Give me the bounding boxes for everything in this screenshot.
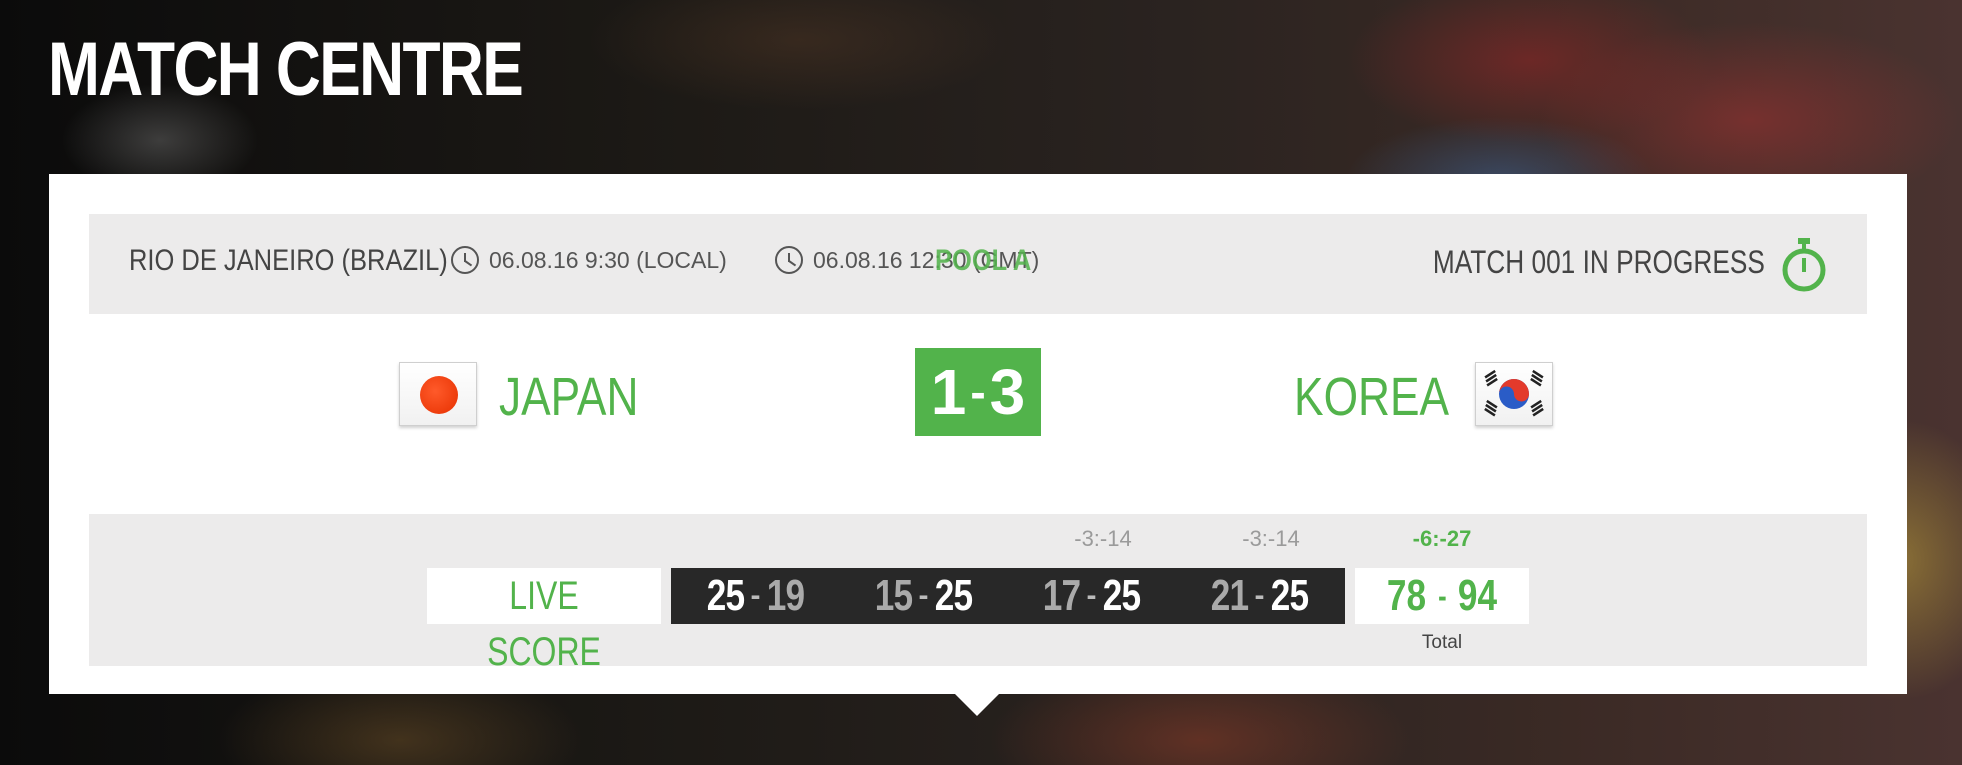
match-location: RIO DE JANEIRO (BRAZIL)	[129, 244, 448, 277]
match-status: MATCH 001 IN PROGRESS	[1433, 244, 1765, 280]
total-away: 94	[1458, 571, 1498, 620]
set-1-separator: -	[750, 579, 761, 612]
total-separator: -	[1437, 577, 1447, 614]
teams-row: JAPAN 1 - 3 KOREA	[49, 314, 1907, 474]
set-3-away: 25	[1102, 571, 1140, 620]
set-4-score: 21 - 25	[1175, 568, 1343, 624]
total-label: Total	[1421, 632, 1463, 653]
score-separator: -	[970, 366, 986, 418]
match-info-bar: RIO DE JANEIRO (BRAZIL) 06.08.16 9:30 (L…	[89, 214, 1867, 314]
home-team-name[interactable]: JAPAN	[499, 366, 638, 428]
set-4-separator: -	[1254, 579, 1265, 612]
set-1-away: 19	[766, 571, 804, 620]
set-4-away: 25	[1270, 571, 1308, 620]
set-2-home: 15	[874, 571, 912, 620]
set-2-separator: -	[918, 579, 929, 612]
japan-flag-disc	[420, 376, 458, 414]
live-score-label[interactable]: LIVE SCORE	[427, 568, 661, 674]
stopwatch-icon	[1782, 238, 1826, 292]
set-3-difference: -3:-14	[1074, 526, 1132, 551]
set-2-score: 15 - 25	[839, 568, 1007, 624]
set-1-home: 25	[706, 571, 744, 620]
total-score: 78 - 94	[1355, 568, 1529, 624]
japan-flag-icon	[399, 362, 477, 426]
set-4-home: 21	[1210, 571, 1248, 620]
pool-label: POOL A	[935, 244, 1032, 277]
match-panel: RIO DE JANEIRO (BRAZIL) 06.08.16 9:30 (L…	[49, 174, 1907, 694]
total-difference: -6:-27	[1412, 526, 1472, 551]
panel-pointer	[955, 694, 999, 716]
set-3-separator: -	[1086, 579, 1097, 612]
away-sets-won: 3	[989, 356, 1026, 428]
set-1-score: 25 - 19	[671, 568, 839, 624]
live-score-label-text: LIVE SCORE	[487, 574, 601, 674]
clock-icon	[775, 246, 803, 274]
match-score: 1 - 3	[915, 348, 1041, 436]
clock-icon	[451, 246, 479, 274]
live-score-area: -3:-14 -3:-14 -6:-27 LIVE SCORE 25 - 19 …	[89, 514, 1867, 674]
local-time: 06.08.16 9:30 (LOCAL)	[451, 246, 727, 274]
korea-flag-icon	[1475, 362, 1553, 426]
set-2-away: 25	[934, 571, 972, 620]
set-scores: 25 - 19 15 - 25 17 - 25 21 - 25	[671, 568, 1345, 624]
local-time-text: 06.08.16 9:30 (LOCAL)	[489, 246, 727, 273]
set-3-home: 17	[1042, 571, 1080, 620]
away-team-name[interactable]: KOREA	[1294, 366, 1449, 428]
set-3-score: 17 - 25	[1007, 568, 1175, 624]
set-4-difference: -3:-14	[1242, 526, 1300, 551]
total-home: 78	[1386, 571, 1426, 620]
korea-flag-graphic	[1484, 369, 1544, 417]
page-title: MATCH CENTRE	[48, 27, 524, 112]
home-sets-won: 1	[930, 356, 967, 428]
